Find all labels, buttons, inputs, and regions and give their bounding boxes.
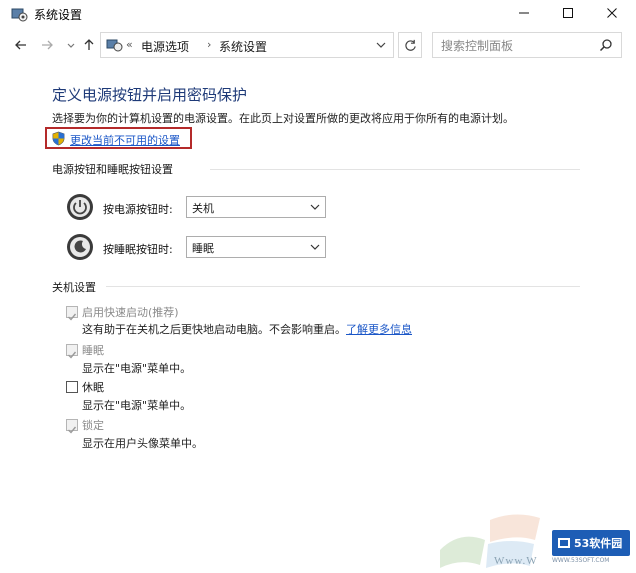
hibernate-option-description: 显示在"电源"菜单中。 (82, 399, 192, 412)
page-description: 选择要为你的计算机设置的电源设置。在此页上对设置所做的更改将应用于你所有的电源计… (52, 112, 514, 125)
refresh-button[interactable] (398, 32, 422, 58)
site-logo: 53软件园 (552, 530, 630, 556)
learn-more-link[interactable]: 了解更多信息 (346, 323, 412, 336)
close-icon (607, 8, 617, 18)
search-input[interactable] (441, 37, 591, 55)
maximize-button[interactable] (546, 0, 590, 26)
power-buttons-section-title: 电源按钮和睡眠按钮设置 (52, 163, 173, 176)
arrow-right-icon (42, 40, 53, 50)
chevron-down-icon[interactable] (375, 39, 387, 51)
lock-option-description: 显示在用户头像菜单中。 (82, 437, 203, 450)
power-button-action-value: 关机 (192, 202, 214, 215)
chevron-down-icon (310, 244, 320, 250)
sleep-button-label: 按睡眠按钮时: (103, 243, 173, 256)
sleep-button-icon (67, 234, 93, 260)
back-button[interactable] (12, 36, 30, 54)
hibernate-option-label: 休眠 (82, 381, 104, 394)
shutdown-section-title: 关机设置 (52, 281, 96, 294)
chevron-down-icon (67, 43, 75, 48)
minimize-button[interactable] (502, 0, 546, 26)
sleep-option-label: 睡眠 (82, 344, 104, 357)
sleep-button-action-value: 睡眠 (192, 242, 214, 255)
breadcrumb-overflow[interactable]: « (126, 38, 133, 51)
sleep-button-action-select[interactable]: 睡眠 (186, 236, 326, 258)
lock-checkbox[interactable] (66, 419, 78, 434)
section-divider (210, 169, 580, 170)
address-bar[interactable]: « 电源选项 › 系统设置 (100, 32, 394, 58)
box-logo-icon (558, 538, 570, 548)
arrow-left-icon (15, 40, 26, 50)
refresh-icon (404, 39, 416, 51)
control-panel-icon (106, 39, 123, 52)
page-title: 定义电源按钮并启用密码保护 (52, 86, 248, 104)
fast-startup-desc-text: 这有助于在关机之后更快地启动电脑。不会影响重启。 (82, 323, 346, 336)
checkmark-icon (68, 351, 77, 359)
chevron-down-icon (310, 204, 320, 210)
power-button-action-select[interactable]: 关机 (186, 196, 326, 218)
power-button-icon (67, 194, 93, 220)
recent-locations-button[interactable] (62, 36, 80, 54)
minimize-icon (519, 12, 529, 14)
fast-startup-checkbox[interactable] (66, 306, 78, 321)
watermark-site-text: Www.W (494, 555, 538, 567)
change-unavailable-settings-link[interactable]: 更改当前不可用的设置 (70, 132, 180, 148)
up-button[interactable] (80, 36, 98, 54)
close-button[interactable] (590, 0, 634, 26)
window-title: 系统设置 (34, 8, 83, 22)
site-logo-text: 53软件园 (574, 537, 623, 550)
arrow-up-icon (84, 39, 94, 50)
breadcrumb-system-settings[interactable]: 系统设置 (219, 38, 267, 55)
site-logo-subtext: WWW.53SOFT.COM (552, 557, 610, 564)
breadcrumb-power-options[interactable]: 电源选项 (141, 38, 189, 55)
title-bar: 系统设置 (0, 0, 636, 28)
forward-button[interactable] (38, 36, 56, 54)
maximize-icon (563, 8, 573, 18)
lock-option-label: 锁定 (82, 419, 104, 432)
uac-shield-icon (52, 131, 65, 146)
fast-startup-description: 这有助于在关机之后更快地启动电脑。不会影响重启。了解更多信息 (82, 321, 412, 337)
search-box[interactable] (432, 32, 622, 58)
search-icon[interactable] (599, 38, 613, 52)
power-button-label: 按电源按钮时: (103, 203, 173, 216)
breadcrumb-separator: › (207, 38, 212, 51)
checkmark-icon (68, 313, 77, 321)
control-panel-icon (11, 8, 28, 22)
hibernate-checkbox[interactable] (66, 381, 78, 393)
sleep-checkbox[interactable] (66, 344, 78, 359)
sleep-option-description: 显示在"电源"菜单中。 (82, 362, 192, 375)
fast-startup-label: 启用快速启动(推荐) (82, 306, 179, 319)
section-divider (106, 286, 580, 287)
checkmark-icon (68, 426, 77, 434)
